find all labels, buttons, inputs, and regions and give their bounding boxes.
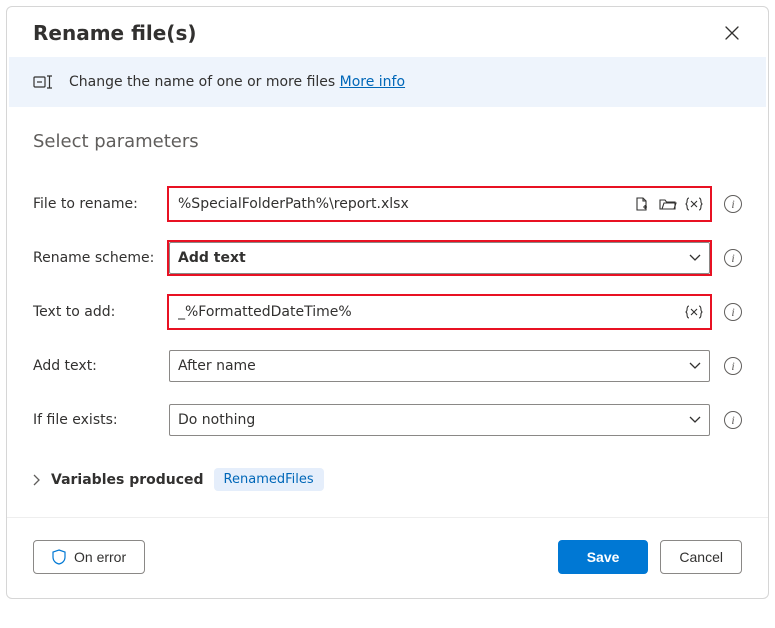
info-icon[interactable]: i xyxy=(724,303,742,321)
section-title: Select parameters xyxy=(7,107,768,162)
label-add-text: Add text: xyxy=(33,358,159,374)
row-rename-scheme: Rename scheme: Add text i xyxy=(33,242,742,274)
info-icon[interactable]: i xyxy=(724,195,742,213)
rename-action-icon xyxy=(33,73,55,91)
variable-badge[interactable]: RenamedFiles xyxy=(214,468,324,491)
browse-folder-icon[interactable] xyxy=(658,194,678,214)
row-if-file-exists: If file exists: Do nothing i xyxy=(33,404,742,436)
select-rename-scheme[interactable]: Add text xyxy=(169,242,710,274)
info-banner: Change the name of one or more files Mor… xyxy=(9,57,766,107)
variable-picker-icon[interactable] xyxy=(684,302,704,322)
select-file-icon[interactable] xyxy=(632,194,652,214)
row-add-text: Add text: After name i xyxy=(33,350,742,382)
save-button[interactable]: Save xyxy=(558,540,649,574)
field-rename-scheme: Add text xyxy=(169,242,710,274)
chevron-down-icon xyxy=(689,254,701,262)
close-icon xyxy=(725,26,739,40)
cancel-button[interactable]: Cancel xyxy=(660,540,742,574)
variables-produced-row: Variables produced RenamedFiles xyxy=(7,462,768,503)
label-if-file-exists: If file exists: xyxy=(33,412,159,428)
field-text-to-add xyxy=(169,296,710,328)
on-error-button[interactable]: On error xyxy=(33,540,145,574)
row-text-to-add: Text to add: i xyxy=(33,296,742,328)
select-if-file-exists[interactable]: Do nothing xyxy=(169,404,710,436)
info-icon[interactable]: i xyxy=(724,249,742,267)
row-file-to-rename: File to rename: i xyxy=(33,188,742,220)
more-info-link[interactable]: More info xyxy=(340,74,405,90)
info-icon[interactable]: i xyxy=(724,357,742,375)
footer-right: Save Cancel xyxy=(558,540,742,574)
field-add-text: After name xyxy=(169,350,710,382)
banner-text: Change the name of one or more files Mor… xyxy=(69,74,405,90)
chevron-down-icon xyxy=(689,416,701,424)
dialog-footer: On error Save Cancel xyxy=(7,517,768,598)
input-text-to-add[interactable] xyxy=(169,296,710,328)
close-button[interactable] xyxy=(722,23,742,43)
variables-produced-label[interactable]: Variables produced xyxy=(51,472,204,488)
select-add-text[interactable]: After name xyxy=(169,350,710,382)
label-text-to-add: Text to add: xyxy=(33,304,159,320)
input-file-to-rename[interactable] xyxy=(169,188,710,220)
variable-picker-icon[interactable] xyxy=(684,194,704,214)
dialog-title: Rename file(s) xyxy=(33,21,197,45)
chevron-right-icon[interactable] xyxy=(33,474,41,486)
label-rename-scheme: Rename scheme: xyxy=(33,250,159,266)
field-if-file-exists: Do nothing xyxy=(169,404,710,436)
info-icon[interactable]: i xyxy=(724,411,742,429)
rename-files-dialog: Rename file(s) Change the name of one or… xyxy=(6,6,769,599)
chevron-down-icon xyxy=(689,362,701,370)
label-file-to-rename: File to rename: xyxy=(33,196,159,212)
parameters-section: File to rename: i Rename scheme xyxy=(7,162,768,462)
shield-icon xyxy=(52,549,66,565)
dialog-header: Rename file(s) xyxy=(7,7,768,57)
field-file-to-rename xyxy=(169,188,710,220)
